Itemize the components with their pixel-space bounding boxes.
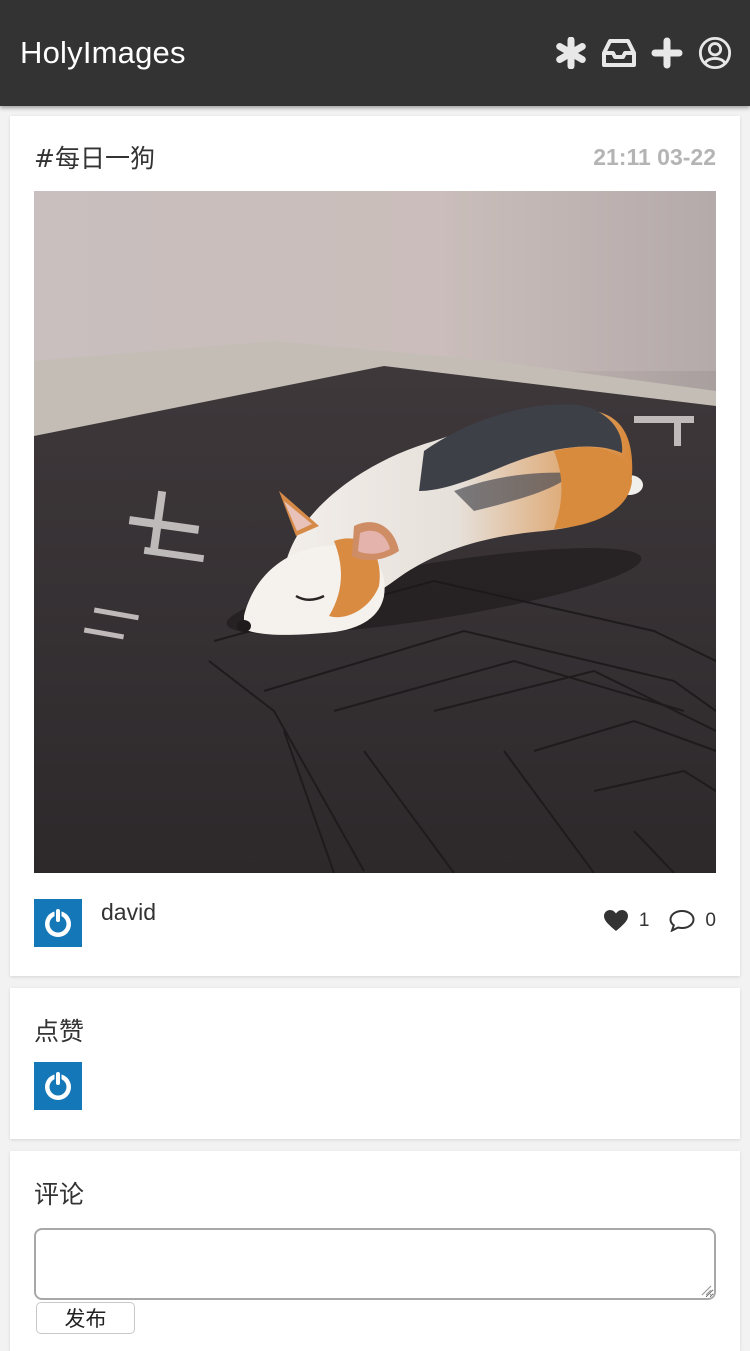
heart-icon — [603, 910, 628, 931]
submit-comment-button[interactable]: 发布 — [36, 1302, 135, 1334]
post-header: #每日一狗 21:11 03-22 — [34, 140, 716, 174]
brand-logo[interactable]: HolyImages — [20, 35, 186, 71]
sleeping-corgi-figurine-image — [34, 191, 716, 873]
plus-icon[interactable] — [650, 36, 684, 70]
post-card: #每日一狗 21:11 03-22 david 1 0 — [10, 116, 740, 976]
nav-actions — [554, 36, 732, 70]
likes-card: 点赞 — [10, 988, 740, 1139]
post-stats: 1 0 — [603, 909, 716, 932]
likes-title: 点赞 — [34, 1017, 85, 1046]
comments-card: 评论 发布 — [10, 1151, 740, 1351]
comment-input[interactable] — [34, 1228, 716, 1300]
comment-button[interactable]: 0 — [669, 909, 716, 932]
power-icon — [45, 908, 71, 937]
post-footer: david 1 0 — [34, 899, 716, 947]
power-icon — [45, 1071, 71, 1100]
post-tag[interactable]: #每日一狗 — [34, 139, 155, 175]
author-username[interactable]: david — [101, 899, 156, 926]
top-navbar: HolyImages — [0, 0, 750, 106]
comment-count: 0 — [705, 909, 716, 931]
author-avatar[interactable] — [34, 899, 82, 947]
post-photo[interactable] — [34, 191, 716, 873]
user-circle-icon[interactable] — [698, 36, 732, 70]
like-button[interactable]: 1 — [603, 909, 650, 932]
asterisk-icon[interactable] — [554, 36, 588, 70]
post-timestamp: 21:11 03-22 — [593, 143, 716, 170]
liker-avatar[interactable] — [34, 1062, 82, 1110]
inbox-icon[interactable] — [602, 36, 636, 70]
like-count: 1 — [638, 909, 650, 931]
comments-title: 评论 — [34, 1180, 85, 1209]
comment-icon — [669, 909, 695, 932]
